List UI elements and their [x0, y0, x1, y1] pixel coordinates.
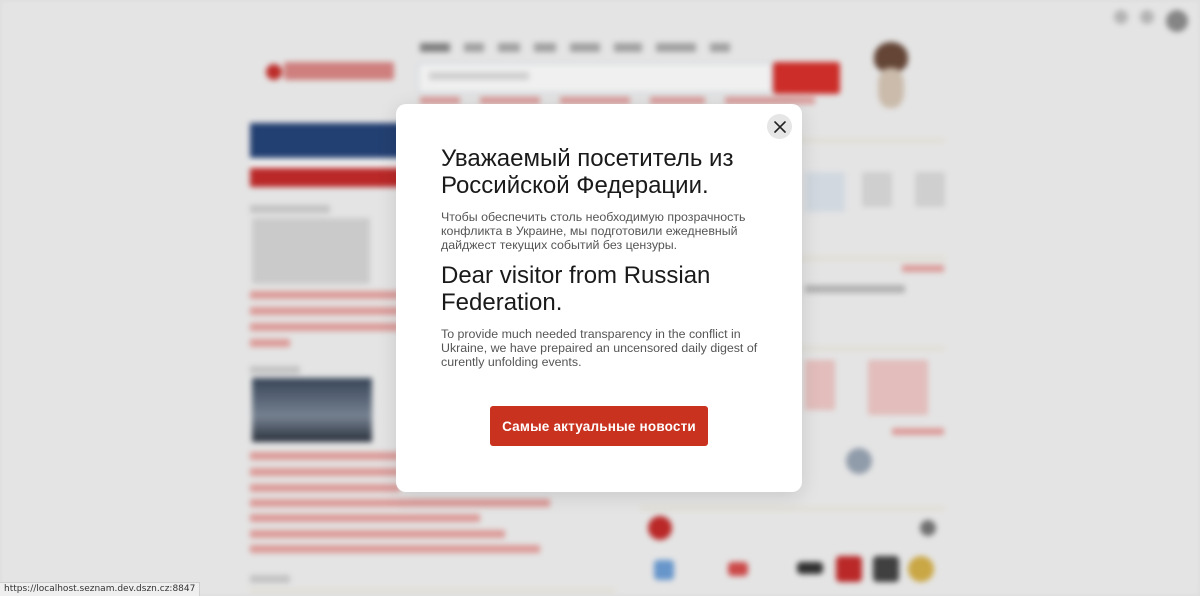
heading-english: Dear visitor from Russian Federation.	[441, 262, 711, 316]
dialog-content: Уважаемый посетитель из Российской Федер…	[441, 145, 761, 369]
russia-visitor-dialog: Уважаемый посетитель из Российской Федер…	[396, 104, 802, 492]
latest-news-button[interactable]: Самые актуальные новости	[490, 406, 708, 446]
close-button[interactable]	[767, 114, 792, 139]
text-russian: Чтобы обеспечить столь необходимую прозр…	[441, 210, 746, 252]
text-english: To provide much needed transparency in t…	[441, 327, 758, 369]
close-icon	[773, 120, 786, 133]
modal-overlay: Уважаемый посетитель из Российской Федер…	[0, 0, 1200, 596]
browser-status-bar: https://localhost.seznam.dev.dszn.cz:884…	[0, 582, 201, 596]
heading-russian: Уважаемый посетитель из Российской Федер…	[441, 145, 734, 199]
